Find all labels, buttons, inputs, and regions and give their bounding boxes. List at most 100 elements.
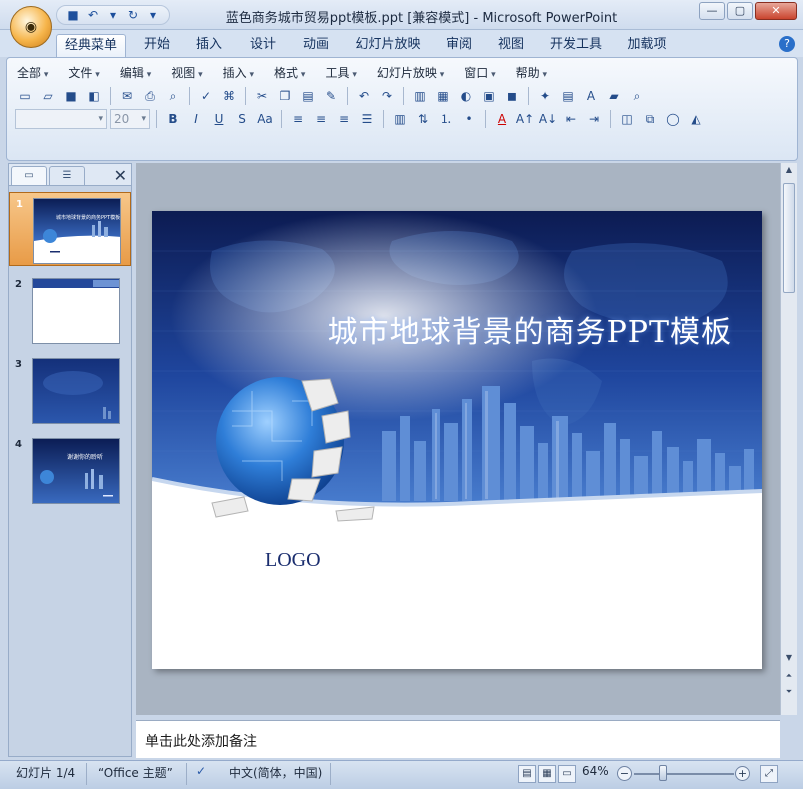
tab-view[interactable]: 视图 <box>490 34 532 57</box>
dropdown-icon[interactable]: ▾ <box>105 7 121 23</box>
slide-logo-text[interactable]: LOGO <box>265 549 321 572</box>
menu-file[interactable]: 文件 <box>68 64 119 82</box>
close-button[interactable]: ✕ <box>755 2 797 20</box>
undo-icon[interactable]: ↶ <box>85 7 101 23</box>
increase-indent-icon[interactable]: ⇥ <box>584 109 604 129</box>
zoom-level[interactable]: 64% <box>582 764 609 778</box>
paste-icon[interactable]: ▤ <box>298 86 318 106</box>
save-icon[interactable]: ■ <box>61 86 81 106</box>
print-icon[interactable]: ⎙ <box>140 86 160 106</box>
save-icon[interactable]: ■ <box>65 7 81 23</box>
help-icon[interactable]: ? <box>779 36 795 52</box>
undo-icon[interactable]: ↶ <box>354 86 374 106</box>
tab-home[interactable]: 开始 <box>136 34 178 57</box>
redo-icon[interactable]: ↻ <box>125 7 141 23</box>
text-direction-icon[interactable]: ⇅ <box>413 109 433 129</box>
align-center-icon[interactable]: ≡ <box>311 109 331 129</box>
scroll-up-arrow[interactable]: ▲ <box>781 165 797 179</box>
justify-icon[interactable]: ☰ <box>357 109 377 129</box>
tab-slideshow[interactable]: 幻灯片放映 <box>350 34 426 57</box>
change-case-icon[interactable]: Aa <box>255 109 275 129</box>
open-icon[interactable]: ▱ <box>38 86 58 106</box>
copy-icon[interactable]: ❐ <box>275 86 295 106</box>
scroll-down-arrow[interactable]: ▼ <box>781 653 797 667</box>
menu-slideshow[interactable]: 幻灯片放映 <box>377 64 464 82</box>
next-slide-icon[interactable]: ⏷ <box>781 687 797 701</box>
language-indicator[interactable]: 中文(简体，中国) <box>229 764 322 781</box>
grow-font-icon[interactable]: A↑ <box>515 109 535 129</box>
align-left-icon[interactable]: ≡ <box>288 109 308 129</box>
zoom-out-icon[interactable]: − <box>617 766 632 781</box>
tab-animation[interactable]: 动画 <box>295 34 337 57</box>
slideshow-icon[interactable]: ▭ <box>558 765 576 783</box>
permission-icon[interactable]: ◧ <box>84 86 104 106</box>
font-color-icon[interactable]: A <box>492 109 512 129</box>
menu-edit[interactable]: 编辑 <box>120 64 171 82</box>
slide-design-icon[interactable]: ◫ <box>617 109 637 129</box>
menu-tools[interactable]: 工具 <box>325 64 376 82</box>
shapes-icon[interactable]: ◯ <box>663 109 683 129</box>
slide-thumbnail-row[interactable]: 4 谢谢你的聆听 <box>9 433 131 507</box>
email-icon[interactable]: ✉ <box>117 86 137 106</box>
tab-developer[interactable]: 开发工具 <box>544 34 608 57</box>
zoom-slider-knob[interactable] <box>659 765 667 781</box>
tab-slides[interactable]: ▭ <box>11 166 47 185</box>
fill-icon[interactable]: ◭ <box>686 109 706 129</box>
slide-thumbnail-row[interactable]: 3 <box>9 353 131 427</box>
cut-icon[interactable]: ✂ <box>252 86 272 106</box>
customize-icon[interactable]: ▾ <box>145 7 161 23</box>
spelling-check-icon[interactable]: ✓ <box>196 764 206 778</box>
table-icon[interactable]: ▦ <box>433 86 453 106</box>
normal-view-icon[interactable]: ▤ <box>518 765 536 783</box>
tab-addins[interactable]: 加载项 <box>620 34 674 57</box>
decrease-indent-icon[interactable]: ⇤ <box>561 109 581 129</box>
align-right-icon[interactable]: ≡ <box>334 109 354 129</box>
tab-insert[interactable]: 插入 <box>188 34 230 57</box>
vertical-scrollbar[interactable]: ▲ ▼ ⏶ ⏷ <box>780 163 797 715</box>
menu-help[interactable]: 帮助 <box>516 64 567 82</box>
tab-classic-menu[interactable]: 经典菜单 <box>56 34 126 57</box>
notes-placeholder[interactable]: 单击此处添加备注 <box>145 731 257 751</box>
bullets-icon[interactable]: • <box>459 109 479 129</box>
slide-thumbnail-row[interactable]: 2 <box>9 273 131 347</box>
notes-pane[interactable]: 单击此处添加备注 <box>136 720 780 758</box>
numbering-icon[interactable]: ⒈ <box>436 109 456 129</box>
current-slide[interactable]: 城市地球背景的商务PPT模板 LOGO <box>152 211 762 669</box>
shrink-font-icon[interactable]: A↓ <box>538 109 558 129</box>
print-preview-icon[interactable]: ⌕ <box>163 86 183 106</box>
slide-sorter-icon[interactable]: ▦ <box>538 765 556 783</box>
tab-design[interactable]: 设计 <box>242 34 284 57</box>
theme-name[interactable]: “Office 主题” <box>98 764 173 781</box>
new-slide-icon[interactable]: ✦ <box>535 86 555 106</box>
columns-icon[interactable]: ▥ <box>390 109 410 129</box>
scrollbar-thumb[interactable] <box>783 183 795 293</box>
menu-insert[interactable]: 插入 <box>223 64 274 82</box>
fit-to-window-icon[interactable]: ⤢ <box>760 765 778 783</box>
italic-icon[interactable]: I <box>186 109 206 129</box>
menu-all[interactable]: 全部 <box>17 64 68 82</box>
chart-icon[interactable]: ▥ <box>410 86 430 106</box>
slide-thumbnail-row[interactable]: 1 城市地球背景的商务PPT模板 <box>9 192 131 266</box>
font-size-combo[interactable]: 20 <box>110 109 150 129</box>
layout-icon[interactable]: ▤ <box>558 86 578 106</box>
spelling-icon[interactable]: ✓ <box>196 86 216 106</box>
menu-format[interactable]: 格式 <box>274 64 325 82</box>
color-grayscale-icon[interactable]: ◼ <box>502 86 522 106</box>
textbox-icon[interactable]: A <box>581 86 601 106</box>
tab-review[interactable]: 审阅 <box>438 34 480 57</box>
menu-view[interactable]: 视图 <box>171 64 222 82</box>
image-icon[interactable]: ▣ <box>479 86 499 106</box>
minimize-button[interactable]: — <box>699 2 725 20</box>
close-icon[interactable]: ✕ <box>114 166 127 185</box>
shadow-icon[interactable]: S <box>232 109 252 129</box>
zoom-slider-track[interactable] <box>634 773 734 775</box>
redo-icon[interactable]: ↷ <box>377 86 397 106</box>
office-button[interactable]: ◉ <box>10 6 52 48</box>
arrange-icon[interactable]: ⧉ <box>640 109 660 129</box>
zoom-in-icon[interactable]: + <box>735 766 750 781</box>
zoom-search-icon[interactable]: ⌕ <box>627 86 647 106</box>
menu-window[interactable]: 窗口 <box>464 64 515 82</box>
underline-icon[interactable]: U <box>209 109 229 129</box>
maximize-button[interactable]: ▢ <box>727 2 753 20</box>
new-icon[interactable]: ▭ <box>15 86 35 106</box>
